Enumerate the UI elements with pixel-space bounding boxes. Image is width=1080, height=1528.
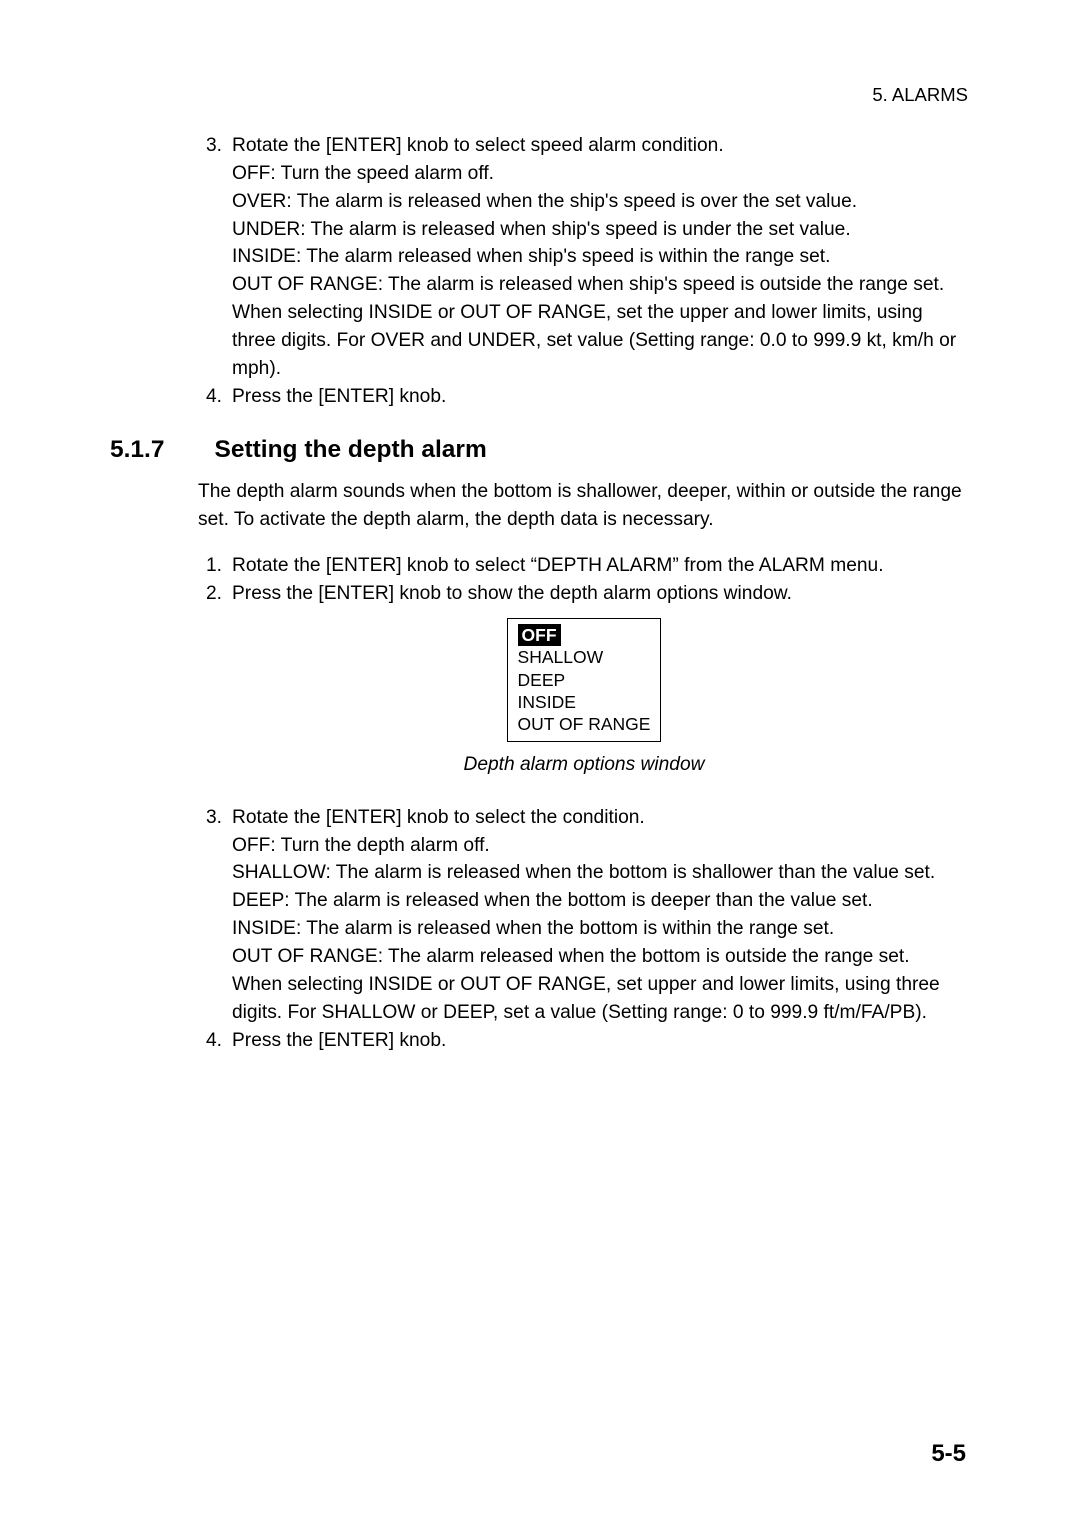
option-selected: OFF xyxy=(518,624,561,646)
step-number: 3. xyxy=(198,132,222,383)
step-text: Rotate the [ENTER] knob to select “DEPTH… xyxy=(232,552,970,580)
step-2-depth: 2. Press the [ENTER] knob to show the de… xyxy=(198,580,970,608)
step-text: SHALLOW: The alarm is released when the … xyxy=(232,859,970,887)
intro-paragraph: The depth alarm sounds when the bottom i… xyxy=(198,478,970,534)
page-number: 5-5 xyxy=(931,1440,966,1468)
step-text: Rotate the [ENTER] knob to select speed … xyxy=(232,132,970,160)
step-number: 1. xyxy=(198,552,222,580)
step-text: Rotate the [ENTER] knob to select the co… xyxy=(232,804,970,832)
step-text: OUT OF RANGE: The alarm released when th… xyxy=(232,943,970,971)
step-3-depth: 3. Rotate the [ENTER] knob to select the… xyxy=(198,804,970,1027)
step-number: 4. xyxy=(198,383,222,411)
step-text: OVER: The alarm is released when the shi… xyxy=(232,188,970,216)
step-text: OFF: Turn the speed alarm off. xyxy=(232,160,970,188)
step-text: INSIDE: The alarm released when ship's s… xyxy=(232,243,970,271)
step-4-speed: 4. Press the [ENTER] knob. xyxy=(198,383,970,411)
step-text: Press the [ENTER] knob. xyxy=(232,383,970,411)
step-text: OFF: Turn the depth alarm off. xyxy=(232,832,970,860)
section-title: Setting the depth alarm xyxy=(215,436,487,464)
step-number: 4. xyxy=(198,1027,222,1055)
depth-alarm-options-box: OFF SHALLOW DEEP INSIDE OUT OF RANGE xyxy=(507,618,662,742)
figure-caption: Depth alarm options window xyxy=(198,754,970,776)
step-text: UNDER: The alarm is released when ship's… xyxy=(232,216,970,244)
step-3-speed: 3. Rotate the [ENTER] knob to select spe… xyxy=(198,132,970,383)
step-number: 3. xyxy=(198,804,222,1027)
chapter-header: 5. ALARMS xyxy=(872,84,968,106)
option-item: INSIDE xyxy=(516,691,653,713)
step-text: INSIDE: The alarm is released when the b… xyxy=(232,915,970,943)
step-4-depth: 4. Press the [ENTER] knob. xyxy=(198,1027,970,1055)
option-item: OUT OF RANGE xyxy=(516,713,653,735)
step-text: When selecting INSIDE or OUT OF RANGE, s… xyxy=(232,971,970,1027)
step-text: DEEP: The alarm is released when the bot… xyxy=(232,887,970,915)
step-number: 2. xyxy=(198,580,222,608)
step-text: OUT OF RANGE: The alarm is released when… xyxy=(232,271,970,299)
section-heading: 5.1.7 Setting the depth alarm xyxy=(110,436,970,464)
step-text: Press the [ENTER] knob. xyxy=(232,1027,970,1055)
option-item: SHALLOW xyxy=(516,646,653,668)
step-text: Press the [ENTER] knob to show the depth… xyxy=(232,580,970,608)
step-1-depth: 1. Rotate the [ENTER] knob to select “DE… xyxy=(198,552,970,580)
options-window-figure: OFF SHALLOW DEEP INSIDE OUT OF RANGE xyxy=(198,618,970,748)
section-number: 5.1.7 xyxy=(110,436,165,464)
step-text: When selecting INSIDE or OUT OF RANGE, s… xyxy=(232,299,970,383)
option-item: DEEP xyxy=(516,669,653,691)
